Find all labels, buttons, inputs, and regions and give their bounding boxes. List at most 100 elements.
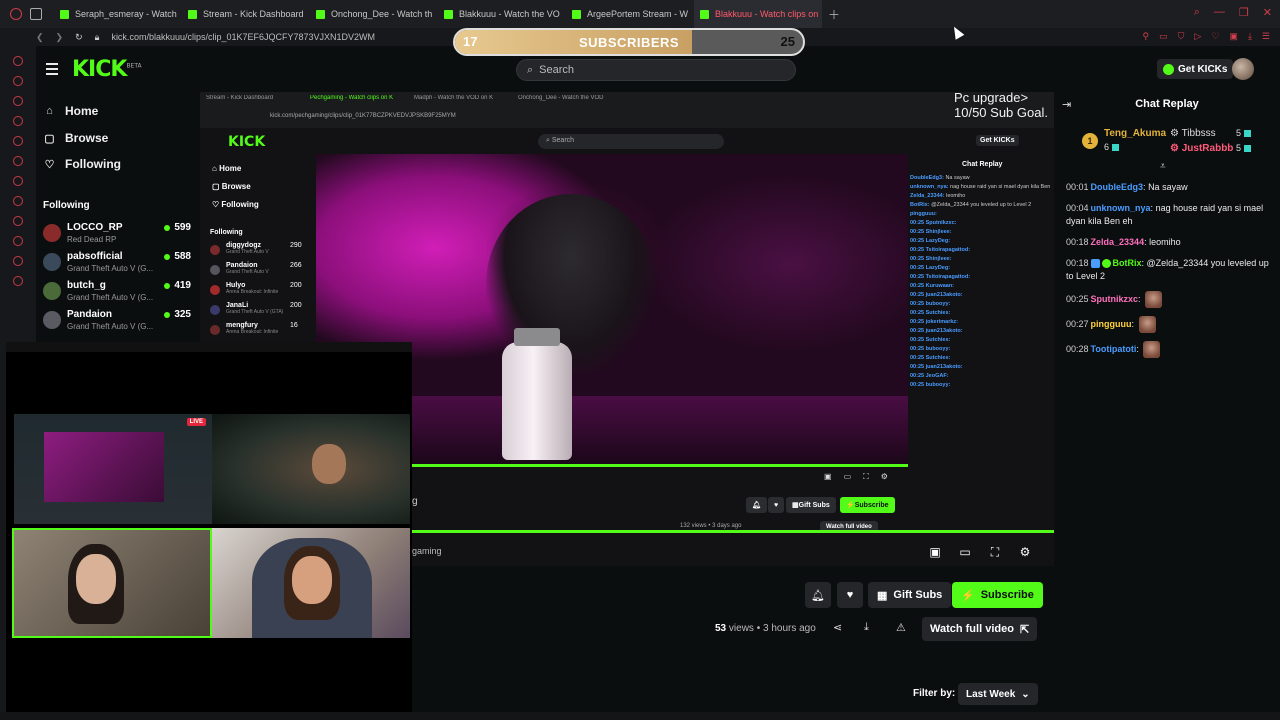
rail-app-icon[interactable] <box>13 276 23 286</box>
following-channel-item[interactable]: Pandaion Grand Theft Auto V (G... 325 <box>43 309 191 335</box>
rail-app-icon[interactable] <box>13 56 23 66</box>
hamburger-menu-icon[interactable] <box>46 63 58 78</box>
menu-icon[interactable]: ☰ <box>1262 31 1270 42</box>
filter-select[interactable]: Last Week ⌄ <box>958 683 1038 705</box>
leaderboard-badge-icon: ⚙︎ <box>1170 128 1182 139</box>
get-kicks-button[interactable]: Get KICKs <box>1157 59 1234 79</box>
close-window-icon[interactable]: ✕ <box>1263 6 1272 19</box>
chat-username[interactable]: Tootipatoti <box>1091 344 1137 354</box>
play-icon[interactable]: ▷ <box>1194 31 1201 42</box>
rail-app-icon[interactable] <box>13 156 23 166</box>
download-icon[interactable]: ⤓ <box>1248 31 1252 42</box>
share-icon[interactable]: ⋖ <box>833 621 842 634</box>
bot-badge-icon <box>1090 259 1100 269</box>
clips-thumbnail-strip <box>0 712 1280 720</box>
logo-beta-tag: BETA <box>126 62 142 70</box>
browser-tab-6-active[interactable]: Blakkuuu - Watch clips on✕ <box>694 0 822 28</box>
watch-full-video-button[interactable]: Watch full video ⇱ <box>922 617 1038 641</box>
channel-avatar <box>43 224 61 242</box>
chat-timestamp: 00:28 <box>1066 343 1089 354</box>
pip-icon[interactable]: ▣ <box>928 545 942 559</box>
fullscreen-icon[interactable]: ⛶ <box>988 545 1002 559</box>
minimize-icon[interactable]: — <box>1214 6 1225 19</box>
reload-icon[interactable]: ↻ <box>75 32 83 43</box>
heart-icon[interactable]: ♡ <box>1211 31 1219 42</box>
report-icon[interactable]: ⚠ <box>896 621 906 634</box>
rail-app-icon[interactable] <box>13 256 23 266</box>
following-channel-item[interactable]: butch_g Grand Theft Auto V (G... 419 <box>43 280 191 306</box>
shield-icon[interactable]: ⛉ <box>1178 31 1185 42</box>
browser-tab-1[interactable]: Seraph_esmeray - Watch <box>54 0 182 28</box>
forward-icon[interactable]: ❯ <box>56 32 64 43</box>
chat-username[interactable]: Sputnikzxc <box>1091 294 1139 304</box>
sidebar-item-home[interactable]: ⌂ Home <box>44 104 98 118</box>
search-input[interactable]: ⌕ Search <box>516 59 796 81</box>
nested-following-viewers: 200 <box>290 302 302 309</box>
gift-subs-button[interactable]: ▦ Gift Subs <box>868 582 952 608</box>
leaderboard-user-2[interactable]: ⚙︎ Tibbsss <box>1170 128 1216 139</box>
rail-app-icon[interactable] <box>13 96 23 106</box>
subscribe-button[interactable]: ⚡ Subscribe <box>952 582 1043 608</box>
user-avatar[interactable] <box>1232 58 1254 80</box>
notification-bell-button[interactable]: 🔔︎ <box>805 582 831 608</box>
search-tabs-icon[interactable]: ⌕ <box>1194 6 1200 19</box>
browser-logo-icon[interactable] <box>10 8 22 20</box>
wallet-icon[interactable]: ▣ <box>1229 31 1238 42</box>
heart-icon: ♥ <box>846 589 854 601</box>
rail-app-icon[interactable] <box>13 116 23 126</box>
chat-username[interactable]: DoubleEdg3 <box>1091 182 1144 192</box>
viewer-count: 325 <box>164 309 191 320</box>
back-icon[interactable]: ❮ <box>36 32 44 43</box>
leaderboard-user-3[interactable]: ⚙︎ JustRabbb <box>1170 143 1233 154</box>
nav-label: Following <box>65 157 121 171</box>
pin-icon[interactable]: ⚲ <box>1143 31 1150 42</box>
rail-app-icon[interactable] <box>13 216 23 226</box>
chat-username[interactable]: Zelda_23344 <box>1091 237 1145 247</box>
live-badge: LIVE <box>186 418 206 426</box>
url-text[interactable]: kick.com/blakkuuu/clips/clip_01K7EF6JQCF… <box>111 32 375 42</box>
tab-title: ArgeePortem Stream - W <box>587 9 689 19</box>
kick-logo[interactable]: KICKBETA <box>72 57 142 82</box>
maximize-icon[interactable]: ❐ <box>1239 6 1249 19</box>
chat-username[interactable]: unknown_nya <box>1091 203 1151 213</box>
nested-get-kicks: Get KICKs <box>976 135 1019 146</box>
rail-app-icon[interactable] <box>13 176 23 186</box>
browser-tab-2[interactable]: Stream - Kick Dashboard <box>182 0 310 28</box>
reader-icon[interactable]: ▭ <box>1159 31 1168 42</box>
settings-icon[interactable]: ⚙ <box>1018 545 1032 559</box>
lightning-icon: ⚡ <box>961 589 975 602</box>
new-tab-icon[interactable]: ＋ <box>822 6 840 23</box>
rail-app-icon[interactable] <box>13 196 23 206</box>
nested-chat-line: 00:25 bubooyy: <box>910 300 1050 309</box>
theater-mode-icon[interactable]: ▭ <box>958 545 972 559</box>
nested-following-name: Pandaion <box>226 262 258 269</box>
nested-chat-user: 00:25 jokerimarkz: <box>910 319 958 325</box>
chat-username[interactable]: pingguuu <box>1091 319 1132 329</box>
nested-chat-line: unknown_nya: nag house raid yan si mael … <box>910 183 1050 192</box>
follow-heart-button[interactable]: ♥ <box>837 582 863 608</box>
nested-chat-user: BotRix: <box>910 202 930 208</box>
filter-value: Last Week <box>966 688 1016 700</box>
leaderboard-user-1[interactable]: Teng_Akuma <box>1104 128 1166 139</box>
leaderboard-user-1-value: 6 <box>1104 142 1120 152</box>
nested-chat-user: 00:25 juan213akoto: <box>910 292 963 298</box>
browser-tab-4[interactable]: Blakkuuu - Watch the VO <box>438 0 566 28</box>
following-channel-item[interactable]: LOCCO_RP Red Dead RP 599 <box>43 222 191 248</box>
nested-chat-user: pingguuu: <box>910 211 937 217</box>
nested-subscribe-label: Subscribe <box>854 501 889 509</box>
following-channel-item[interactable]: pabsofficial Grand Theft Auto V (G... 58… <box>43 251 191 277</box>
rail-app-icon[interactable] <box>13 76 23 86</box>
download-icon[interactable]: ⤓ <box>864 621 869 634</box>
sidebar-item-following[interactable]: ♡ Following <box>44 157 121 171</box>
expand-leaderboard-icon[interactable]: ⩡ <box>1160 161 1166 172</box>
browser-tab-5[interactable]: ArgeePortem Stream - W <box>566 0 694 28</box>
rail-app-icon[interactable] <box>13 236 23 246</box>
chat-username[interactable]: BotRix <box>1113 258 1142 268</box>
nested-chat-user: 00:25 Sputnikzxc: <box>910 220 957 226</box>
rail-app-icon[interactable] <box>13 136 23 146</box>
nested-following-viewers: 16 <box>290 322 298 329</box>
browser-tab-3[interactable]: Onchong_Dee - Watch th <box>310 0 438 28</box>
sidebar-item-browse[interactable]: ▢ Browse <box>44 131 108 145</box>
nested-views-meta: 132 views • 3 days ago <box>680 523 742 529</box>
workspaces-icon[interactable] <box>30 8 42 20</box>
